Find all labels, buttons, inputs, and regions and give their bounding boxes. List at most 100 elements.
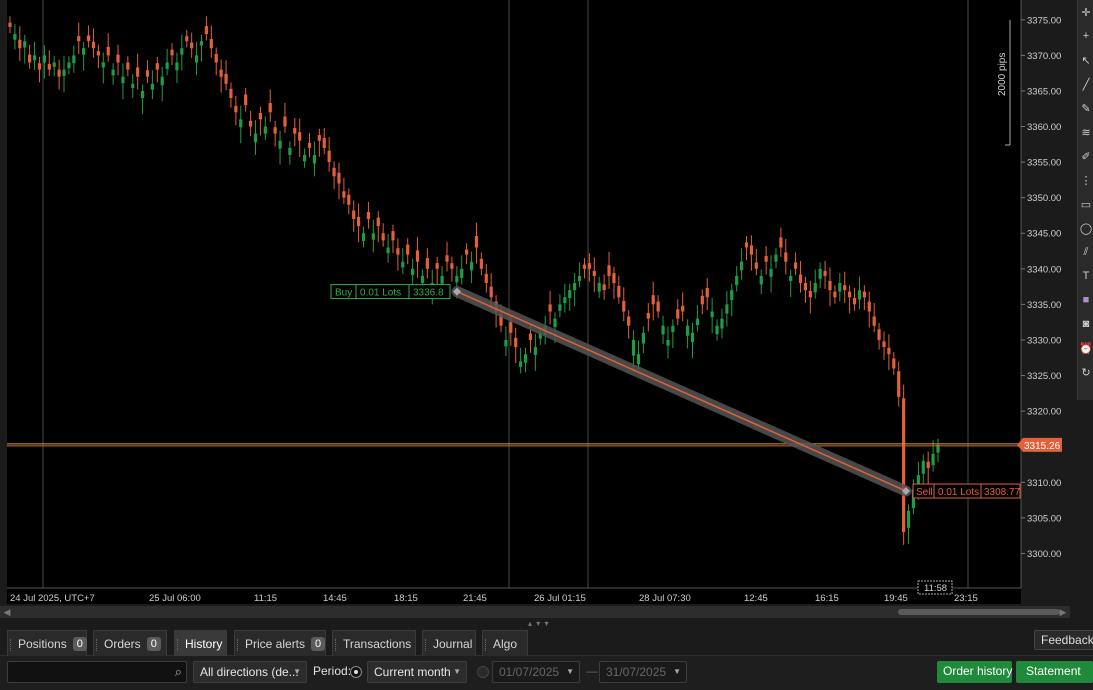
- grid-icon[interactable]: ⋮: [1078, 168, 1093, 192]
- candle-body: [145, 70, 150, 77]
- search-icon: ⌕: [174, 664, 182, 679]
- tab-orders[interactable]: Orders 0: [93, 630, 167, 656]
- candle-body: [872, 316, 876, 326]
- date-to-field[interactable]: 31/07/2025 ▼: [599, 661, 687, 683]
- alarm-icon[interactable]: ⏰: [1078, 336, 1093, 360]
- y-tick-label: 3360.00: [1027, 122, 1061, 133]
- date-from-field[interactable]: 01/07/2025 ▼: [492, 661, 580, 683]
- candle-body: [322, 137, 326, 148]
- period-dropdown[interactable]: Current month ▼: [367, 661, 467, 683]
- candle-body: [730, 290, 734, 301]
- plus-icon[interactable]: +: [1078, 24, 1093, 48]
- feedback-button[interactable]: Feedback: [1034, 630, 1093, 650]
- tab-grip-icon: [425, 639, 427, 651]
- text-icon[interactable]: T: [1078, 264, 1093, 288]
- channel-icon[interactable]: ⫽: [1078, 240, 1093, 264]
- period-radio-current[interactable]: [350, 666, 362, 678]
- tab-history[interactable]: History: [174, 630, 227, 656]
- candle-body: [229, 88, 233, 99]
- candles: [8, 16, 940, 545]
- drawing-toolbar: ✛ + ↖ ╱ ✎ ≋ ✐ ⋮ ▭ ◯ ⫽ T ■ ◙ ⏰ ↻: [1077, 0, 1093, 400]
- cursor-icon[interactable]: ↖: [1078, 48, 1093, 72]
- pips-ruler: 2000 pips: [997, 20, 1011, 146]
- candle-body: [602, 284, 606, 291]
- tab-positions[interactable]: Positions 0: [7, 630, 87, 656]
- tab-journal[interactable]: Journal: [422, 630, 476, 656]
- candle-body: [248, 120, 253, 127]
- candle-body: [739, 261, 744, 271]
- y-tick-label: 3365.00: [1027, 86, 1061, 97]
- scroll-thumb[interactable]: [898, 609, 1060, 615]
- horizontal-scrollbar[interactable]: ◀ ▶: [0, 606, 1070, 618]
- period-radio-custom[interactable]: [477, 666, 489, 678]
- x-tick-label: 28 Jul 07:30: [639, 593, 691, 604]
- panel-splitter[interactable]: ▴ ▾ ▾: [0, 618, 1093, 628]
- candle-body: [106, 46, 110, 56]
- candle-body: [754, 262, 758, 269]
- line-icon[interactable]: ╱: [1078, 72, 1093, 96]
- candle-body: [592, 270, 596, 276]
- refresh-icon[interactable]: ↻: [1078, 360, 1093, 384]
- candle-body: [440, 275, 444, 284]
- candle-body: [450, 263, 454, 269]
- candle-body: [62, 69, 66, 76]
- direction-dropdown[interactable]: All directions (de... ▼: [193, 661, 307, 683]
- candle-body: [258, 112, 263, 120]
- chevron-down-icon: ▼: [453, 667, 461, 676]
- tab-grip-icon: [177, 639, 179, 651]
- time-axis[interactable]: 24 Jul 2025, UTC+7 25 Jul 06:00 11:15 14:45…: [7, 580, 1021, 604]
- tab-transactions[interactable]: Transactions: [332, 630, 416, 656]
- crosshair-icon[interactable]: ✛: [1078, 0, 1093, 24]
- candle-body: [47, 63, 51, 70]
- price-axis[interactable]: 3375.00 3370.00 3365.00 3360.00 3355.00 3350.…: [1017, 0, 1062, 588]
- candle-body: [42, 55, 46, 63]
- candle-body: [627, 316, 631, 326]
- price-chart[interactable]: Buy 0.01 Lots 3336.8 Sell 0.01 Lots 3308.77 3…: [0, 0, 1093, 610]
- candle-body: [843, 285, 847, 291]
- scroll-left-icon[interactable]: ◀: [2, 606, 12, 618]
- order-history-button[interactable]: Order history: [937, 661, 1012, 683]
- tab-price-alerts[interactable]: Price alerts 0: [234, 630, 326, 656]
- candle-body: [52, 62, 56, 67]
- candle-body: [838, 283, 842, 292]
- candle-body: [523, 354, 528, 363]
- period-value: Current month: [374, 665, 451, 679]
- search-input[interactable]: ⌕: [7, 661, 187, 683]
- tab-label: Transactions: [343, 636, 412, 651]
- candle-body: [337, 172, 341, 184]
- brush-icon[interactable]: ✐: [1078, 144, 1093, 168]
- candle-body: [219, 69, 223, 77]
- y-tick-label: 3300.00: [1027, 549, 1061, 560]
- candle-body: [160, 76, 164, 86]
- candle-body: [140, 90, 145, 99]
- candle-body: [23, 41, 27, 48]
- candle-body: [278, 140, 282, 149]
- candle-body: [253, 133, 258, 143]
- scroll-right-icon[interactable]: ▶: [1058, 606, 1068, 618]
- pencil-icon[interactable]: ✎: [1078, 96, 1093, 120]
- candle-body: [577, 275, 582, 281]
- candle-body: [877, 329, 881, 340]
- fibonacci-icon[interactable]: ≋: [1078, 120, 1093, 144]
- x-tick-label: 12:45: [744, 593, 768, 604]
- candle-body: [764, 256, 768, 262]
- candle-body: [779, 237, 783, 248]
- candle-body: [445, 255, 449, 262]
- candle-body: [533, 347, 537, 355]
- y-tick-label: 3325.00: [1027, 371, 1061, 382]
- camera-icon[interactable]: ◙: [1078, 312, 1093, 336]
- ellipse-icon[interactable]: ◯: [1078, 216, 1093, 240]
- rectangle-icon[interactable]: ▭: [1078, 192, 1093, 216]
- splitter-grip-icon[interactable]: ▴ ▾ ▾: [528, 619, 550, 628]
- candle-body: [597, 283, 601, 292]
- color-swatch-icon[interactable]: ■: [1078, 288, 1093, 312]
- tab-algo[interactable]: Algo: [482, 630, 528, 656]
- statement-button[interactable]: Statement: [1016, 661, 1093, 683]
- candle-body: [833, 291, 837, 298]
- candle-body: [798, 274, 803, 284]
- tab-grip-icon: [96, 639, 98, 651]
- candle-body: [563, 297, 567, 303]
- candle-body: [769, 268, 773, 277]
- candle-body: [283, 116, 287, 127]
- tab-label: History: [185, 636, 223, 651]
